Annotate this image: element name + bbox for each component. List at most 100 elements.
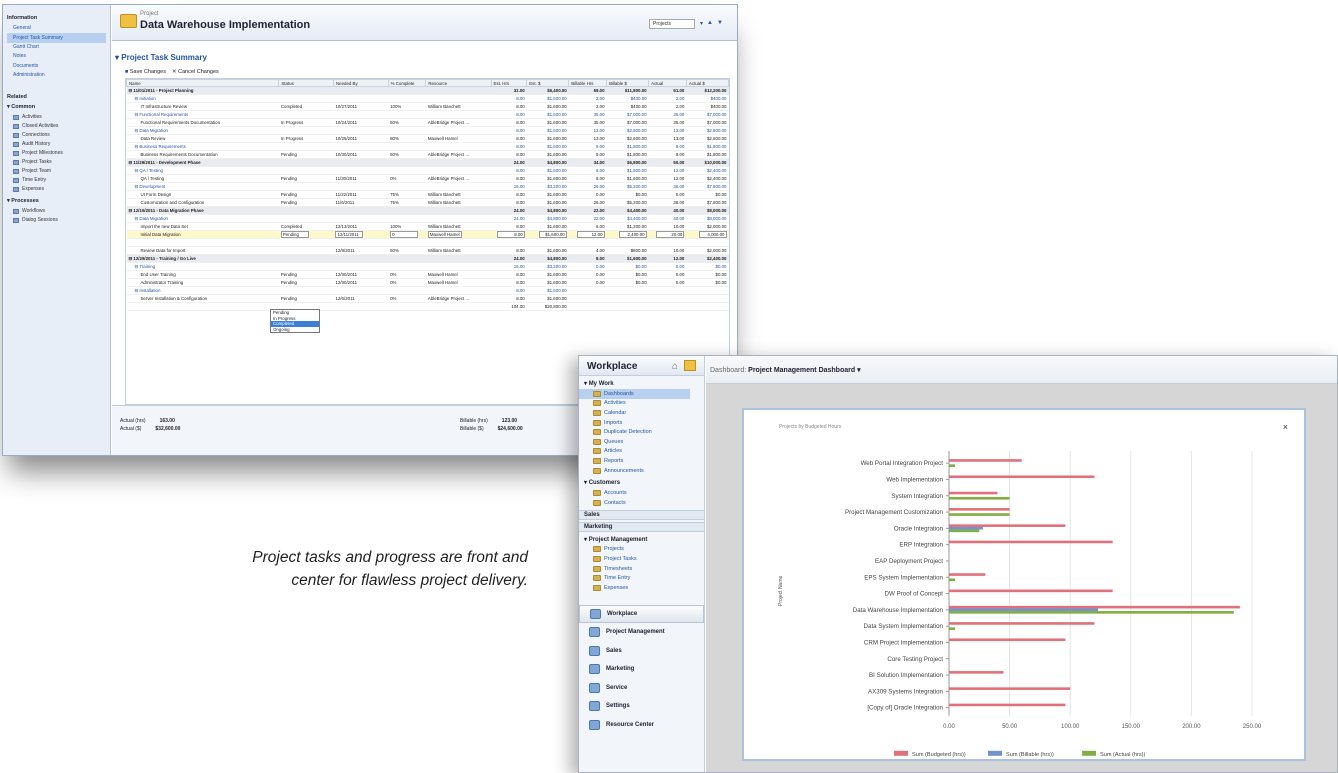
table-cell[interactable]: 0 <box>388 230 426 239</box>
nav-item[interactable]: Projects <box>579 545 704 555</box>
table-row[interactable]: ⊟ Data Migration 8.00 $1,600.00 13.00 $2,600… <box>126 126 729 135</box>
column-header[interactable]: Actual <box>648 79 687 87</box>
nav-item[interactable]: Activities <box>579 399 704 409</box>
nav-item[interactable]: Announcements <box>579 466 704 476</box>
nav-item[interactable]: Timesheets <box>579 564 704 574</box>
table-row[interactable]: Import the new Data Set Completed 12/13/20… <box>126 222 729 231</box>
table-cell[interactable]: 4,000.00 <box>686 230 729 239</box>
table-row[interactable]: ⊟ Data Migration 24.00 $4,800.00 22.00 $4,40… <box>126 214 729 223</box>
status-option[interactable]: Ongoing <box>271 327 319 333</box>
table-cell[interactable]: 2,400.00 <box>606 230 649 239</box>
nav-related-item[interactable]: Project Team <box>7 167 106 176</box>
column-header[interactable]: Needed By <box>332 79 389 87</box>
table-row[interactable]: Functional Requirements Documentation In … <box>126 118 729 127</box>
table-cell[interactable]: 20.00 <box>648 230 687 239</box>
nav-related-item[interactable]: Closed Activities <box>7 122 106 131</box>
home-icon[interactable]: ⌂ <box>672 361 678 372</box>
nav-info-item[interactable]: General <box>7 24 106 33</box>
table-row[interactable]: 104.00 $20,800.00 <box>126 302 729 311</box>
nav-related-item[interactable]: Project Milestones <box>7 149 106 158</box>
table-row[interactable]: ⊟ 12/29/2011 - Training / Go Live 24.00 $4… <box>126 254 729 263</box>
table-row[interactable]: ⊟ Initiation 8.00 $1,600.00 2.00 $400.00 2.00… <box>126 94 729 103</box>
table-row[interactable]: ⊟ QA / Testing 8.00 $1,600.00 8.00 $1,600.00… <box>126 166 729 175</box>
table-row[interactable]: ⊟ Training 16.00 $3,200.00 0.00 $0.00 0.00 $0.… <box>126 262 729 271</box>
column-header[interactable]: Est. Hrs <box>490 79 528 87</box>
nav-info-item[interactable]: Gantt Chart <box>7 43 106 52</box>
nav-related-item[interactable]: Project Tasks <box>7 158 106 167</box>
column-header[interactable]: Status <box>278 79 334 87</box>
nav-item[interactable]: Reports <box>579 456 704 466</box>
area-nav-button[interactable]: Resource Center <box>579 716 704 735</box>
area-nav-button[interactable]: Marketing <box>579 660 704 679</box>
table-cell[interactable]: 8.00 <box>491 230 527 239</box>
table-row[interactable]: Initial Data Migration Pending 12/11/2011 0… <box>126 230 729 239</box>
sales-group-bar[interactable]: Sales <box>579 509 704 520</box>
area-nav-button[interactable]: Project Management <box>579 623 704 642</box>
table-row[interactable]: QA / Testing Pending 11/30/2011 0% AbleBridg… <box>126 174 729 183</box>
column-header[interactable]: Actual $ <box>685 79 729 87</box>
table-row[interactable]: Customization and Configuration Pending 11… <box>126 198 729 207</box>
nav-info-item[interactable]: Notes <box>7 52 106 61</box>
view-select[interactable]: Projects <box>649 19 695 29</box>
table-row[interactable]: IT Infrastructure Review Completed 10/27/2… <box>126 102 729 111</box>
menu-folder-icon[interactable] <box>684 360 696 371</box>
nav-related-item[interactable]: Audit History <box>7 140 106 149</box>
save-changes-button[interactable]: ■ Save Changes <box>125 69 166 75</box>
nav-item[interactable]: Imports <box>579 418 704 428</box>
my-work-header[interactable]: ▾ My Work <box>579 378 704 389</box>
table-row[interactable]: ⊟ Installation 8.00 $1,600.00 <box>126 286 729 295</box>
nav-item[interactable]: Project Tasks <box>579 554 704 564</box>
table-row[interactable]: Data Review In Progress 10/25/2011 80% Maxwe… <box>126 134 729 143</box>
column-header[interactable]: Billable Hrs <box>568 79 608 87</box>
section-title[interactable]: ▾ Project Task Summary <box>115 53 207 62</box>
table-row[interactable]: ⊟ 11/29/2011 - Development Phase 24.00 $4,… <box>126 158 729 167</box>
area-nav-button[interactable]: Settings <box>579 697 704 716</box>
table-cell[interactable]: $1,600.00 <box>526 230 569 239</box>
nav-related-item[interactable]: Workflows <box>7 207 106 216</box>
column-header[interactable]: Est. $ <box>526 79 570 87</box>
pm-header[interactable]: ▾ Project Management <box>579 534 704 545</box>
table-row[interactable]: Review Data for Import 12/8/2011 50% Willia… <box>126 246 729 255</box>
column-header[interactable]: Resource <box>425 79 492 87</box>
table-row[interactable]: ⊟ 12/15/2011 - Data Migration Phase 24.00… <box>126 206 729 215</box>
cancel-changes-button[interactable]: ✕ Cancel Changes <box>172 69 219 75</box>
status-dropdown-list[interactable]: Pending In Progress Completed Ongoing <box>270 309 320 333</box>
column-header[interactable]: Billable $ <box>606 79 650 87</box>
table-row[interactable]: Business Requirements Documentation Pendi… <box>126 150 729 159</box>
dashboard-selector[interactable]: Project Management Dashboard ▾ <box>748 367 860 374</box>
table-cell[interactable]: 12/11/2011 <box>333 230 389 239</box>
nav-related-item[interactable]: Connections <box>7 131 106 140</box>
column-header[interactable]: Name <box>126 79 280 87</box>
nav-info-item[interactable]: Administration <box>7 71 106 80</box>
nav-item[interactable]: Queues <box>579 437 704 447</box>
table-cell[interactable]: Initial Data Migration <box>126 230 279 239</box>
table-row[interactable]: UI Form Design Pending 11/22/2011 75% Willia… <box>126 190 729 199</box>
nav-item[interactable]: Time Entry <box>579 573 704 583</box>
nav-related-item[interactable]: Dialog Sessions <box>7 216 106 225</box>
column-header[interactable]: % Complete <box>387 79 427 87</box>
nav-related-item[interactable]: Expenses <box>7 185 106 194</box>
nav-related-item[interactable]: Time Entry <box>7 176 106 185</box>
table-row[interactable]: ⊟ Development 16.00 $3,200.00 26.00 $5,200.0… <box>126 182 729 191</box>
area-nav-button[interactable]: Service <box>579 679 704 698</box>
nav-item[interactable]: Contacts <box>579 498 704 508</box>
table-cell[interactable]: Pending <box>278 230 334 239</box>
nav-item[interactable]: Expenses <box>579 583 704 593</box>
table-row[interactable]: End User Training Pending 12/30/2011 0% Maxw… <box>126 270 729 279</box>
table-row[interactable]: Server Installation & Configuration Pendi… <box>126 294 729 303</box>
nav-info-item[interactable]: Project Task Summary <box>7 33 106 43</box>
select-dropdown-icon[interactable]: ▾ <box>700 20 703 27</box>
previous-record-icon[interactable]: ▲ <box>707 20 713 26</box>
next-record-icon[interactable]: ▼ <box>717 20 723 26</box>
table-cell[interactable]: 12.00 <box>568 230 607 239</box>
table-cell[interactable]: Maxwell Hamel <box>425 230 492 239</box>
table-row[interactable]: ⊟ 11/01/2011 - Project Planning 32.00 $6,4… <box>126 86 729 95</box>
customers-header[interactable]: ▾ Customers <box>579 477 704 488</box>
nav-item[interactable]: Dashboards <box>579 389 690 399</box>
nav-related-item[interactable]: Activities <box>7 113 106 122</box>
nav-item[interactable]: Accounts <box>579 488 704 498</box>
nav-info-item[interactable]: Documents <box>7 62 106 71</box>
table-row[interactable]: ⊟ Business Requirements 8.00 $1,600.00 9.00… <box>126 142 729 151</box>
table-row[interactable]: ⊟ Functional Requirements 8.00 $1,600.00 35… <box>126 110 729 119</box>
marketing-group-bar[interactable]: Marketing <box>579 521 704 532</box>
